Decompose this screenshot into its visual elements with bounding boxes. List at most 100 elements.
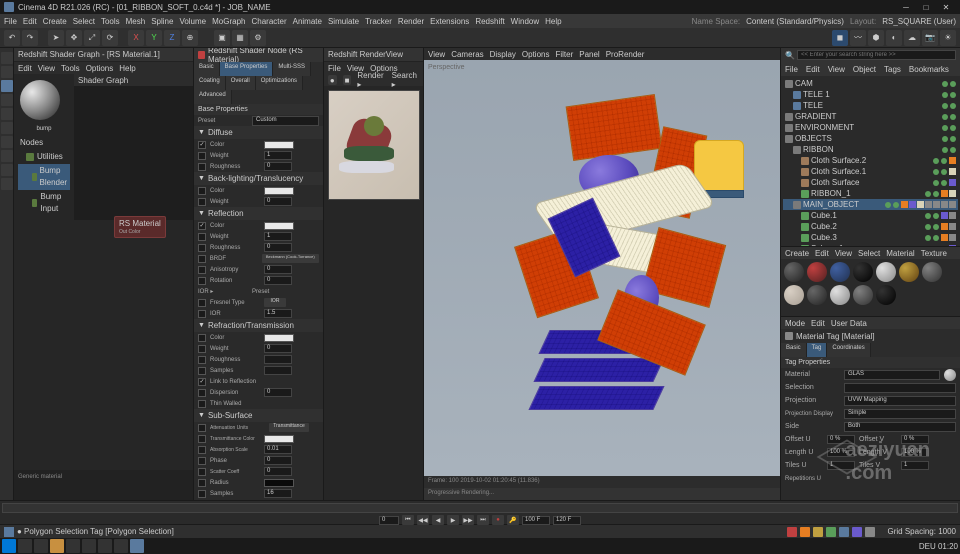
samples-cb[interactable] [198,367,206,375]
maximize-button[interactable]: □ [916,0,936,14]
menu-extensions[interactable]: Extensions [430,17,469,26]
layout-value[interactable]: RS_SQUARE (User) [882,17,956,26]
start-frame[interactable]: 0 [379,516,399,525]
menu-select[interactable]: Select [73,17,95,26]
material-swatch[interactable] [813,527,823,537]
visibility-dot[interactable] [942,136,948,142]
object-row[interactable]: Cloth Surface.2 [783,155,958,166]
visibility-dot[interactable] [942,92,948,98]
refr-rough-input[interactable] [264,355,292,364]
material-swatch[interactable] [787,527,797,537]
object-tag[interactable] [941,212,948,219]
object-row[interactable]: Cloth Surface [783,177,958,188]
object-row[interactable]: GRADIENT [783,111,958,122]
visibility-dot[interactable] [925,224,931,230]
bl-weight-input[interactable]: 0 [264,197,292,206]
poly-mode[interactable] [1,108,13,120]
tab-advanced[interactable]: Advanced [194,90,232,104]
object-mode[interactable] [1,66,13,78]
mat-create[interactable]: Create [785,249,809,258]
offset-v-input[interactable]: 0 % [901,435,929,444]
autokey-button[interactable]: 🔑 [507,515,519,525]
menu-window[interactable]: Window [511,17,539,26]
undo-button[interactable]: ↶ [4,30,20,46]
menu-mesh[interactable]: Mesh [126,17,146,26]
render-dot[interactable] [950,147,956,153]
visibility-dot[interactable] [933,158,939,164]
render-dot[interactable] [950,136,956,142]
material-ball[interactable] [830,262,850,282]
sec-reflection[interactable]: ▼ Reflection [194,207,323,220]
attr-mode[interactable]: Mode [785,319,805,328]
render-button[interactable]: ▣ [214,30,230,46]
start-button[interactable] [2,539,16,553]
node-menu-edit[interactable]: Edit [18,64,32,73]
radius-cb[interactable] [198,479,206,487]
vp-options[interactable]: Options [522,50,550,59]
vp-view[interactable]: View [428,50,445,59]
z-axis-button[interactable]: Z [164,30,180,46]
dispersion-input[interactable]: 0 [264,388,292,397]
bl-weight-cb[interactable] [198,198,206,206]
workplane-button[interactable] [1,164,13,176]
absorb-input[interactable]: 0.01 [264,445,292,454]
menu-volume[interactable]: Volume [179,17,206,26]
brdf-value[interactable]: Beckmann (Cook-Torrance) [262,254,319,263]
menu-spline[interactable]: Spline [151,17,173,26]
visibility-dot[interactable] [933,180,939,186]
material-ball[interactable] [899,262,919,282]
generator-button[interactable]: ⬢ [868,30,884,46]
object-row[interactable]: MAIN_OBJECT [783,199,958,210]
obj-file[interactable]: File [785,65,798,74]
menu-tracker[interactable]: Tracker [365,17,392,26]
refr-weight-input[interactable]: 0 [264,344,292,353]
object-row[interactable]: CAM [783,78,958,89]
projdisp-dropdown[interactable]: Simple [844,409,956,419]
bl-color-cb[interactable] [198,187,206,195]
material-ball[interactable] [830,285,850,305]
attr-edit[interactable]: Edit [811,319,825,328]
menu-redshift[interactable]: Redshift [475,17,504,26]
sss-samples-cb[interactable] [198,490,206,498]
diffuse-weight-input[interactable]: 1 [264,151,292,160]
cube-primitive[interactable]: ◼ [832,30,848,46]
vp-display[interactable]: Display [490,50,516,59]
material-swatch[interactable] [852,527,862,537]
selection-input[interactable] [844,383,956,393]
object-tag[interactable] [949,179,956,186]
tree-utilities[interactable]: Utilities [18,150,70,164]
material-ball[interactable] [876,285,896,305]
mat-material[interactable]: Material [886,249,914,258]
visibility-dot[interactable] [885,202,891,208]
snap-toggle[interactable] [1,150,13,162]
attr-userdata[interactable]: User Data [831,319,867,328]
obj-tags[interactable]: Tags [884,65,901,74]
search-icon[interactable] [18,539,32,553]
diffuse-color-swatch[interactable] [264,141,294,149]
browser-icon[interactable] [66,539,80,553]
brdf-cb[interactable] [198,255,206,263]
mat-edit[interactable]: Edit [815,249,829,258]
object-tag[interactable] [909,201,916,208]
object-tag[interactable] [949,212,956,219]
object-row[interactable]: Cube.3 [783,232,958,243]
object-tag[interactable] [949,223,956,230]
scatter-cb[interactable] [198,468,206,476]
material-swatch[interactable] [826,527,836,537]
tab-optimizations[interactable]: Optimizations [256,76,303,90]
object-row[interactable]: RIBBON_1 [783,188,958,199]
menu-mograph[interactable]: MoGraph [212,17,245,26]
refr-color-swatch[interactable] [264,334,294,342]
phase-input[interactable]: 0 [264,456,292,465]
absorb-cb[interactable] [198,446,206,454]
rs-material-node[interactable]: RS Material Out Color [114,216,166,238]
refl-weight-cb[interactable] [198,233,206,241]
object-row[interactable]: ENVIRONMENT [783,122,958,133]
diffuse-weight-cb[interactable] [198,152,206,160]
tree-nodes[interactable]: Nodes [18,136,70,150]
visibility-dot[interactable] [942,81,948,87]
bl-color-swatch[interactable] [264,187,294,195]
samples-input[interactable] [264,366,292,375]
render-dot[interactable] [950,103,956,109]
namespace-value[interactable]: Content (Standard/Physics) [746,17,844,26]
